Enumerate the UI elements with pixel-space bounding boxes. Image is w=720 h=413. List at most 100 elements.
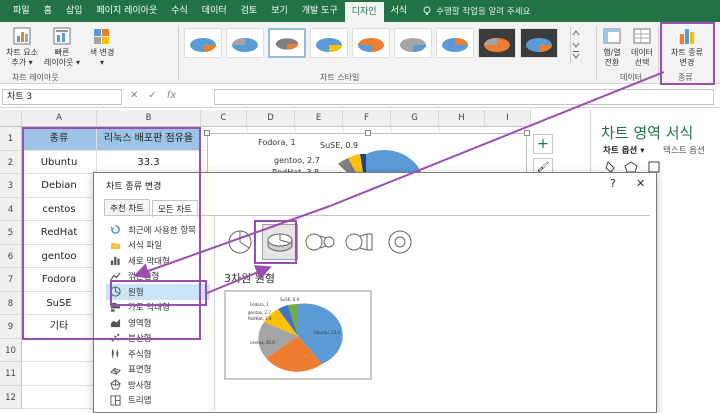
row-header[interactable]: 2 — [0, 150, 22, 174]
category-label: 표면형 — [128, 365, 152, 376]
enter-icon[interactable]: ✓ — [148, 90, 156, 101]
fx-icon[interactable]: fx — [167, 90, 176, 101]
row-header[interactable]: 9 — [0, 315, 22, 339]
quick-layout-icon — [53, 27, 71, 45]
subtype-pie-of-pie[interactable] — [302, 224, 338, 260]
excel-window: { "ribbon": { "tabs": ["파일", "홈", "삽입", … — [0, 0, 720, 413]
select-data-icon — [633, 28, 651, 44]
cell-a10[interactable] — [22, 338, 97, 362]
pane-tab-chart-options[interactable]: 차트 옵션 ▾ — [603, 144, 644, 156]
tab-file[interactable]: 파일 — [6, 0, 37, 22]
tab-format[interactable]: 서식 — [384, 0, 415, 22]
preview-label: centos, 20.0 — [250, 340, 275, 345]
preview-label: RedHat, 3.8 — [248, 316, 272, 321]
category-treemap[interactable]: 트리맵 — [106, 393, 210, 409]
chart-style-4[interactable] — [310, 28, 348, 58]
bar-of-pie-subtype-icon — [345, 233, 373, 251]
ribbon-tab-bar: 파일 홈 삽입 페이지 레이아웃 수식 데이터 검토 보기 개발 도구 디자인 … — [0, 0, 720, 22]
column-header-a[interactable]: A — [22, 110, 97, 127]
row-header[interactable]: 3 — [0, 174, 22, 198]
category-label: 방사형 — [128, 380, 152, 391]
preview-title: 3차원 원형 — [224, 272, 275, 285]
chart-style-1[interactable] — [184, 28, 222, 58]
preview-label: Fodora, 1 — [250, 302, 269, 307]
row-header[interactable]: 6 — [0, 244, 22, 268]
tab-view[interactable]: 보기 — [264, 0, 295, 22]
add-chart-element-button[interactable]: 차트 요소 추가 ▾ — [2, 26, 42, 68]
category-stock[interactable]: 주식형 — [106, 346, 210, 362]
column-header-c[interactable]: C — [201, 110, 247, 127]
group-separator — [658, 26, 659, 80]
styles-gallery-scroller[interactable] — [570, 27, 580, 63]
column-header-h[interactable]: H — [439, 110, 485, 127]
name-box[interactable]: 차트 3 — [2, 89, 122, 105]
tab-insert[interactable]: 삽입 — [59, 0, 90, 22]
column-header-e[interactable]: E — [295, 110, 343, 127]
tab-formulas[interactable]: 수식 — [164, 0, 195, 22]
column-header-g[interactable]: G — [391, 110, 439, 127]
formula-icons: ✕ ✓ fx — [130, 90, 176, 101]
cancel-icon[interactable]: ✕ — [130, 90, 138, 101]
pie-subtype-icon — [228, 230, 252, 254]
group-label-layout: 차트 레이아웃 — [12, 73, 59, 82]
row-header[interactable]: 8 — [0, 291, 22, 315]
chart-elements-button[interactable]: + — [533, 134, 553, 154]
highlight-change-type-button — [660, 22, 715, 85]
group-label-data: 데이터 — [620, 73, 643, 82]
tab-design[interactable]: 디자인 — [344, 2, 384, 22]
switch-row-column-label: 행/열 전환 — [603, 48, 621, 67]
category-surface[interactable]: 표면형 — [106, 362, 210, 378]
tell-me-box[interactable]: 수행할 작업을 알려 주세요 — [422, 5, 530, 17]
tab-data[interactable]: 데이터 — [195, 0, 234, 22]
chart-style-9[interactable] — [520, 28, 558, 58]
column-header-d[interactable]: D — [247, 110, 295, 127]
chart-style-6[interactable] — [394, 28, 432, 58]
row-header[interactable]: 4 — [0, 197, 22, 221]
radar-chart-icon — [110, 379, 121, 390]
subtype-pie[interactable] — [222, 224, 258, 260]
help-button[interactable]: ? — [610, 177, 616, 190]
pane-tab-text-options[interactable]: 텍스트 옵션 — [663, 144, 705, 156]
highlight-data-range — [22, 127, 201, 340]
subtype-doughnut[interactable] — [382, 224, 418, 260]
chart-style-8[interactable] — [478, 28, 516, 58]
row-header[interactable]: 1 — [0, 127, 22, 151]
chart-style-5[interactable] — [352, 28, 390, 58]
highlight-3d-pie-subtype — [254, 220, 297, 264]
chart-style-7[interactable] — [436, 28, 474, 58]
change-colors-label: 색 변경 ▾ — [89, 48, 115, 67]
chart-label-suse: SuSE, 0.9 — [320, 141, 359, 150]
chart-style-3[interactable] — [268, 28, 306, 58]
select-data-button[interactable]: 데이터 선택 — [628, 26, 656, 68]
subtype-bar-of-pie[interactable] — [342, 224, 378, 260]
switch-row-column-button[interactable]: 행/열 전환 — [598, 26, 626, 68]
quick-layout-button[interactable]: 빠른 레이아웃 ▾ — [42, 26, 82, 68]
column-header-f[interactable]: F — [343, 110, 391, 127]
pane-title: 차트 영역 서식 — [601, 124, 694, 142]
close-button[interactable]: ✕ — [636, 177, 645, 190]
row-header[interactable]: 10 — [0, 338, 22, 362]
category-radar[interactable]: 방사형 — [106, 377, 210, 393]
cell-a11[interactable] — [22, 362, 97, 386]
chart-style-2[interactable] — [226, 28, 264, 58]
tab-home[interactable]: 홈 — [37, 0, 59, 22]
row-header[interactable]: 11 — [0, 362, 22, 386]
row-header[interactable]: 12 — [0, 385, 22, 409]
select-all-corner[interactable] — [0, 110, 22, 127]
tab-page-layout[interactable]: 페이지 레이아웃 — [89, 0, 164, 22]
tab-developer[interactable]: 개발 도구 — [295, 0, 345, 22]
row-header[interactable]: 5 — [0, 221, 22, 245]
stock-chart-icon — [111, 349, 119, 359]
column-header-i[interactable]: I — [485, 110, 531, 127]
column-header-b[interactable]: B — [97, 110, 201, 127]
row-header[interactable]: 7 — [0, 268, 22, 292]
cell-a12[interactable] — [22, 385, 97, 409]
resize-handle[interactable] — [365, 130, 371, 136]
select-data-label: 데이터 선택 — [630, 48, 654, 67]
resize-handle[interactable] — [204, 130, 210, 136]
tab-review[interactable]: 검토 — [234, 0, 265, 22]
change-colors-button[interactable]: 색 변경 ▾ — [84, 26, 120, 68]
resize-handle[interactable] — [524, 130, 530, 136]
chart-preview: SuSE, 0.9 Fodora, 1 gentoo, 2.7 RedHat, … — [224, 290, 372, 380]
formula-input[interactable] — [214, 89, 714, 105]
